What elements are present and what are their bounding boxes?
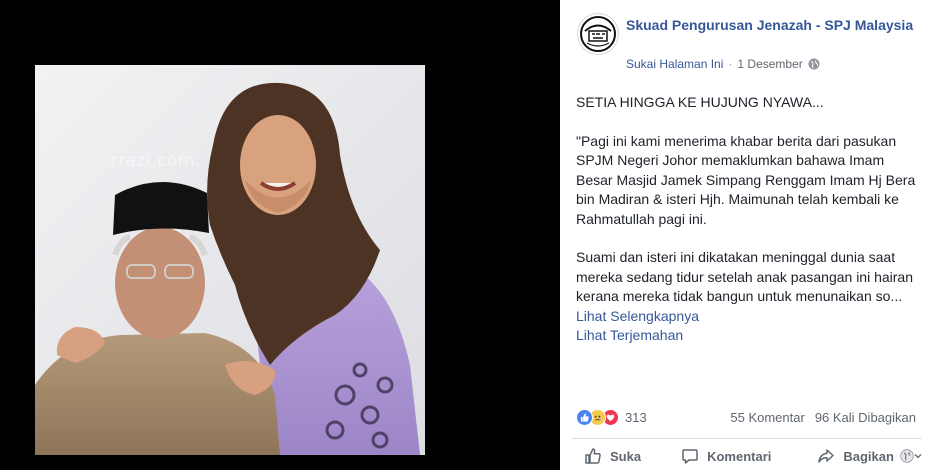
globe-icon — [808, 58, 820, 70]
post-panel: Skuad Pengurusan Jenazah - SPJ Malaysia … — [560, 0, 934, 470]
reactions-summary[interactable]: 313 — [576, 409, 647, 426]
post-date-link[interactable]: 1 Desember — [737, 57, 802, 71]
chevron-down-icon — [914, 454, 922, 459]
like-button-label: Suka — [610, 448, 642, 464]
photo-watermark: rrazi.com. — [111, 151, 201, 171]
like-button[interactable]: Suka — [584, 447, 641, 465]
spj-logo-icon — [580, 16, 616, 52]
comment-icon — [682, 449, 698, 464]
like-page-link[interactable]: Sukai Halaman Ini — [626, 57, 723, 71]
reaction-count[interactable]: 313 — [625, 410, 647, 425]
share-icon — [818, 449, 835, 463]
comment-button[interactable]: Komentari — [681, 447, 771, 465]
post-actions-bar: Suka Komentari Bagikan — [572, 442, 922, 470]
like-reaction-icon — [576, 409, 593, 426]
comment-count-link[interactable]: 55 Komentar — [730, 410, 804, 425]
meta-separator: · — [728, 57, 733, 71]
post-meta: Sukai Halaman Ini · 1 Desember — [626, 57, 820, 71]
actions-divider — [572, 438, 922, 439]
couple-photo-image — [35, 65, 425, 455]
post-body: SETIA HINGGA KE HUJUNG NYAWA... "Pagi in… — [576, 93, 921, 346]
comment-button-label: Komentari — [707, 448, 772, 464]
post-paragraph-2: Suami dan isteri ini dikatakan meninggal… — [576, 248, 921, 326]
share-button-label: Bagikan — [843, 448, 894, 464]
post-paragraph-1: "Pagi ini kami menerima khabar berita da… — [576, 132, 916, 227]
page-avatar[interactable] — [577, 13, 619, 55]
page-name-link[interactable]: Skuad Pengurusan Jenazah - SPJ Malaysia — [626, 16, 921, 35]
see-translation-link[interactable]: Lihat Terjemahan — [576, 326, 921, 346]
post-photo[interactable]: rrazi.com. — [35, 65, 425, 455]
engagement-counts: 55 Komentar 96 Kali Dibagikan — [730, 410, 916, 425]
see-more-link[interactable]: Lihat Selengkapnya — [576, 308, 699, 324]
thumbs-up-icon — [585, 448, 601, 464]
share-count-link[interactable]: 96 Kali Dibagikan — [815, 410, 916, 425]
post-paragraph-2-text: Suami dan isteri ini dikatakan meninggal… — [576, 249, 914, 304]
post-headline: SETIA HINGGA KE HUJUNG NYAWA... — [576, 94, 824, 110]
audience-globe-icon — [900, 449, 914, 463]
share-button[interactable]: Bagikan — [817, 447, 894, 465]
audience-selector[interactable] — [900, 449, 922, 463]
photo-viewer: rrazi.com. — [0, 0, 560, 470]
